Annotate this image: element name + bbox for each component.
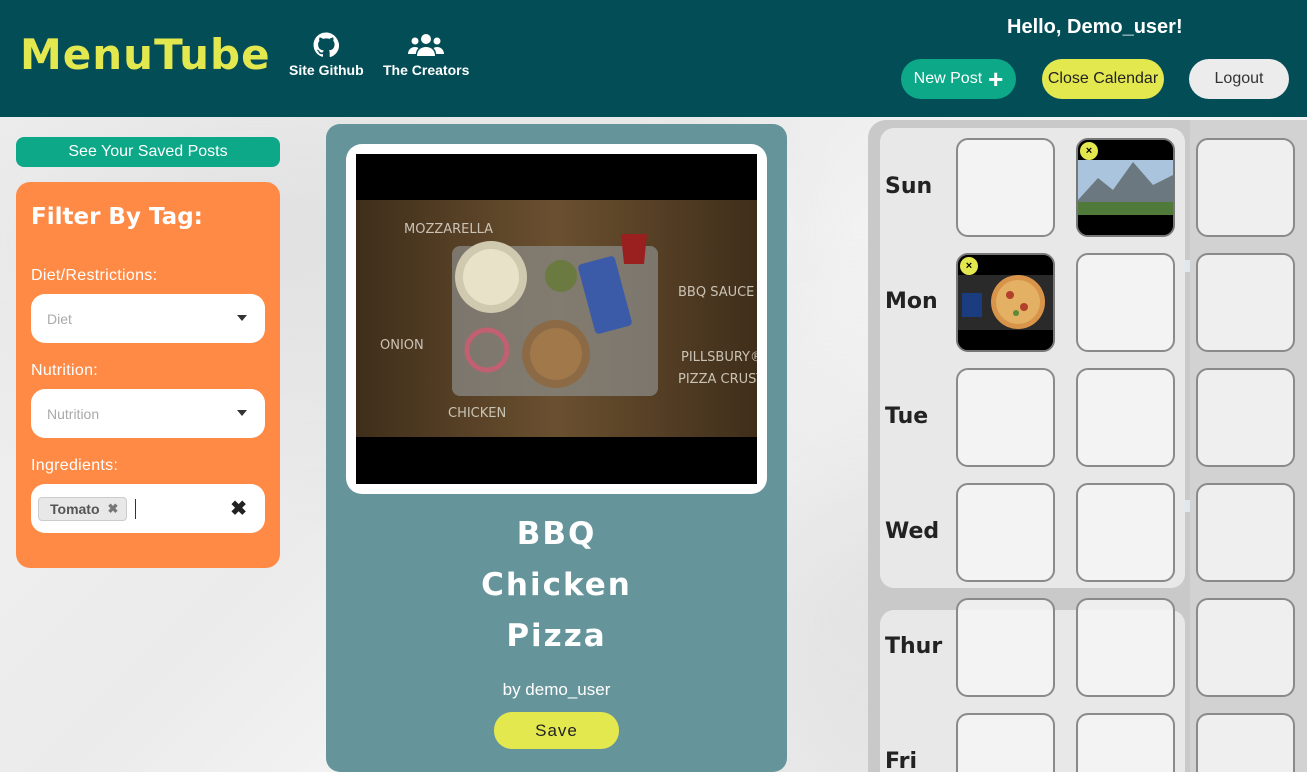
calendar-slot[interactable] (1196, 138, 1295, 237)
video-player[interactable]: MOZZARELLA BBQ SAUCE ONION PILLSBURY® PI… (356, 154, 757, 484)
ingredient-tag: Tomato ✖ (38, 496, 128, 521)
nav-the-creators[interactable]: The Creators (383, 32, 469, 78)
ingredient-tag-label: Tomato (50, 500, 100, 517)
chevron-down-icon (237, 410, 247, 416)
calendar-slot[interactable] (1196, 483, 1295, 582)
github-icon (313, 32, 340, 58)
calendar-slot[interactable] (1076, 598, 1175, 697)
chevron-down-icon (237, 315, 247, 321)
filter-title: Filter By Tag: (31, 204, 203, 230)
calendar-slot[interactable] (1076, 713, 1175, 772)
day-label-thur: Thur (885, 634, 943, 659)
calendar-slot[interactable] (1196, 368, 1295, 467)
diet-select[interactable]: Diet (31, 294, 265, 343)
post-title-line: Pizza (506, 618, 607, 654)
diet-placeholder: Diet (47, 310, 72, 327)
top-nav-bar: MenuTube Site Github The Creators Hello,… (0, 0, 1307, 117)
calendar-slot[interactable] (1076, 253, 1175, 352)
site-logo[interactable]: MenuTube (20, 30, 271, 79)
nutrition-label: Nutrition: (31, 362, 99, 379)
nav-the-creators-label: The Creators (383, 62, 470, 78)
calendar-slot[interactable] (956, 138, 1055, 237)
post-card: MOZZARELLA BBQ SAUCE ONION PILLSBURY® PI… (326, 124, 787, 772)
day-label-tue: Tue (885, 404, 929, 429)
post-title: BBQ Chicken Pizza (326, 509, 787, 662)
nav-site-github[interactable]: Site Github (289, 32, 364, 78)
nutrition-placeholder: Nutrition (47, 405, 100, 422)
diet-label: Diet/Restrictions: (31, 267, 158, 284)
calendar-slot[interactable] (1076, 483, 1175, 582)
clear-icon[interactable]: ✖ (230, 496, 247, 521)
new-post-label: New Post (913, 70, 983, 87)
remove-tag-icon[interactable]: ✖ (108, 501, 119, 517)
plus-icon: + (988, 64, 1004, 94)
video-text-crust-1: PILLSBURY® (681, 350, 757, 365)
video-thumbnail: MOZZARELLA BBQ SAUCE ONION PILLSBURY® PI… (356, 154, 757, 484)
remove-icon[interactable]: × (960, 257, 978, 275)
saved-posts-button[interactable]: See Your Saved Posts (16, 137, 280, 167)
post-title-line: BBQ (516, 516, 597, 552)
post-title-line: Chicken (481, 567, 632, 603)
nutrition-select[interactable]: Nutrition (31, 389, 265, 438)
calendar-slot[interactable] (1196, 598, 1295, 697)
video-text-onion: ONION (380, 338, 424, 353)
calendar-slot[interactable] (1196, 253, 1295, 352)
day-label-fri: Fri (885, 749, 918, 772)
close-calendar-button[interactable]: Close Calendar (1042, 59, 1164, 99)
video-text-chicken: CHICKEN (448, 406, 506, 421)
calendar-slot[interactable] (956, 713, 1055, 772)
new-post-button[interactable]: New Post + (901, 59, 1016, 99)
remove-icon[interactable]: × (1080, 142, 1098, 160)
calendar-slot-filled[interactable]: × (956, 253, 1055, 352)
video-text-crust-2: PIZZA CRUST (678, 372, 757, 387)
video-text-bbq-sauce: BBQ SAUCE (678, 285, 754, 300)
video-text-mozzarella: MOZZARELLA (404, 222, 493, 237)
calendar-slot-filled[interactable]: × (1076, 138, 1175, 237)
post-author: by demo_user (502, 680, 611, 699)
user-greeting: Hello, Demo_user! (1007, 16, 1183, 38)
save-button[interactable]: Save (494, 712, 619, 749)
users-icon (408, 34, 445, 56)
day-label-wed: Wed (885, 519, 940, 544)
calendar-slot[interactable] (956, 368, 1055, 467)
nav-site-github-label: Site Github (289, 62, 364, 78)
calendar-slot[interactable] (1196, 713, 1295, 772)
logout-button[interactable]: Logout (1189, 59, 1289, 99)
filter-panel: Filter By Tag: Diet/Restrictions: Diet N… (16, 182, 280, 568)
calendar-slot[interactable] (956, 483, 1055, 582)
video-frame: MOZZARELLA BBQ SAUCE ONION PILLSBURY® PI… (346, 144, 767, 494)
ingredients-label: Ingredients: (31, 457, 119, 474)
day-label-sun: Sun (885, 174, 933, 199)
text-cursor (135, 498, 137, 519)
calendar-slot[interactable] (1076, 368, 1175, 467)
calendar-slot[interactable] (956, 598, 1055, 697)
day-label-mon: Mon (885, 289, 938, 314)
ingredients-input[interactable]: Tomato ✖ ✖ (31, 484, 265, 533)
